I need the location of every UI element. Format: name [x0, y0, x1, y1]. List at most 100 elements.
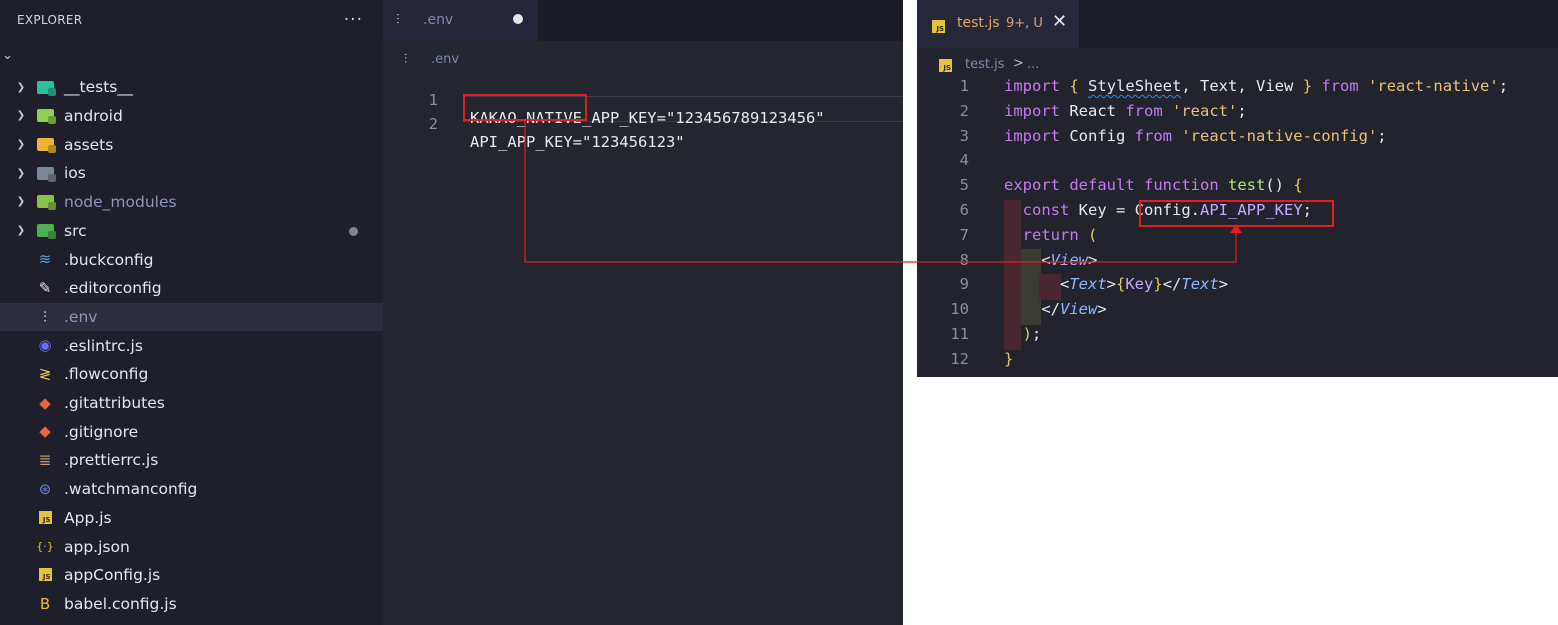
code-line[interactable]: 8 <View> [917, 251, 1558, 276]
code-line[interactable]: 6 const Key = Config.API_APP_KEY; [917, 201, 1558, 226]
line-text[interactable]: return ( [1004, 226, 1098, 244]
line-text[interactable]: <View> [1004, 251, 1097, 269]
tree-item[interactable]: ⫶ .env [0, 302, 383, 332]
code-line[interactable]: 2 import React from 'react'; [917, 102, 1558, 127]
tree-item[interactable]: ❯ android [0, 102, 383, 131]
line-text[interactable]: import React from 'react'; [1004, 102, 1247, 120]
code-line[interactable]: 1 KAKAO_NATIVE_APP_KEY="123456789123456" [383, 73, 903, 127]
explorer-title: EXPLORER [17, 13, 83, 27]
tree-item[interactable]: ◆ .gitattributes [0, 389, 383, 418]
line-number: 2 [959, 101, 969, 120]
buck-icon: ≋ [38, 250, 52, 269]
line-text[interactable]: const Key = Config.API_APP_KEY; [1004, 201, 1312, 219]
tab-test-js[interactable]: JS test.js 9+, U ✕ [917, 0, 1079, 48]
tree-item[interactable]: ≋ .buckconfig [0, 245, 383, 274]
line-text[interactable]: } [1004, 350, 1013, 368]
babel-icon: B [39, 594, 51, 613]
code-line[interactable]: 1 import { StyleSheet, Text, View } from … [917, 77, 1558, 102]
line-number: 8 [959, 250, 969, 269]
tree-item-label: .flowconfig [64, 365, 149, 384]
chevron-right-icon[interactable]: ❯ [14, 78, 28, 96]
line-text[interactable]: ); [1004, 325, 1042, 343]
code-line[interactable]: 11 ); [917, 325, 1558, 350]
js-icon: JS [36, 566, 54, 584]
more-actions-icon[interactable]: ··· [344, 10, 363, 30]
tree-item[interactable]: ❯ ios [0, 159, 383, 188]
js-file-icon: JS [939, 59, 952, 72]
unsaved-dot-icon[interactable] [513, 14, 523, 24]
workspace-section-header[interactable]: ⌄ [0, 40, 383, 70]
folder-icon [36, 135, 54, 153]
tree-item[interactable]: JS App.js [0, 504, 383, 533]
tree-item-label: .editorconfig [64, 279, 162, 298]
close-icon[interactable]: ✕ [1052, 11, 1067, 32]
code-line[interactable]: 12} [917, 350, 1558, 375]
line-text[interactable]: import Config from 'react-native-config'… [1004, 127, 1387, 145]
chevron-right-icon[interactable]: ❯ [14, 107, 28, 125]
chevron-right-icon[interactable]: ❯ [14, 222, 28, 240]
code-line[interactable]: 7 return ( [917, 226, 1558, 251]
git-icon: ◆ [39, 393, 51, 412]
folder-icon [36, 164, 54, 182]
js-file-icon: JS [932, 20, 945, 33]
line-text[interactable]: <Text>{Key}</Text> [1004, 275, 1228, 293]
line-text[interactable]: export default function test() { [1004, 176, 1303, 194]
env-file-icon: ⫶ [396, 12, 400, 28]
line-text[interactable]: </View> [1004, 300, 1106, 318]
chevron-right-icon: > [1013, 56, 1024, 71]
folder-icon [36, 222, 54, 240]
breadcrumb[interactable]: JS test.js > ... [917, 54, 1558, 76]
tree-item-label: assets [64, 135, 114, 154]
tree-item[interactable]: ❯ src [0, 217, 383, 246]
code-line[interactable]: 4 [917, 151, 1558, 176]
explorer-panel: EXPLORER ··· ⌄ ❯ __tests__ ❯ android ❯ assets… [0, 0, 383, 625]
problem-status-badge: 9+, U [1006, 16, 1043, 31]
tree-item[interactable]: JS appConfig.js [0, 561, 383, 590]
tree-item[interactable]: ✎ .editorconfig [0, 274, 383, 303]
tab-label: .env [423, 12, 454, 28]
tab-label: test.js [957, 15, 1000, 31]
chevron-right-icon[interactable]: ❯ [14, 135, 28, 153]
tree-item[interactable]: {·} app.json [0, 532, 383, 561]
tree-item-label: .gitignore [64, 422, 139, 441]
code-line[interactable]: 3 import Config from 'react-native-config… [917, 127, 1558, 152]
code-line[interactable]: 10 </View> [917, 300, 1558, 325]
tree-item-label: App.js [64, 508, 112, 527]
tree-item[interactable]: ◆ .gitignore [0, 417, 383, 446]
line-number: 6 [959, 201, 969, 219]
breadcrumb-symbol[interactable]: ... [1027, 57, 1039, 72]
chevron-right-icon[interactable]: ❯ [14, 164, 28, 182]
line-text[interactable]: API_APP_KEY="123456123" [470, 133, 685, 151]
tree-item[interactable]: ≣ .prettierrc.js [0, 446, 383, 475]
tree-item-label: .gitattributes [64, 394, 165, 413]
line-number: 9 [959, 275, 969, 294]
chevron-right-icon[interactable]: ❯ [14, 193, 28, 211]
line-number: 4 [959, 151, 969, 170]
testjs-tab-bar: JS test.js 9+, U ✕ [917, 0, 1558, 48]
tree-item[interactable]: ≷ .flowconfig [0, 360, 383, 389]
code-line[interactable]: 9 <Text>{Key}</Text> [917, 275, 1558, 300]
env-file-icon: ⫶ [404, 51, 408, 67]
tree-item[interactable]: ❯ node_modules [0, 188, 383, 217]
breadcrumb-file[interactable]: test.js [965, 57, 1004, 72]
tab-env[interactable]: ⫶ .env [383, 0, 538, 41]
line-number: 10 [950, 300, 969, 319]
tree-item[interactable]: Bbabel.config.js [0, 590, 383, 619]
tree-item[interactable]: ◉ .eslintrc.js [0, 331, 383, 360]
git-icon: ◆ [39, 422, 51, 441]
tree-item-label: src [64, 221, 87, 240]
tree-item-label: .watchmanconfig [64, 480, 198, 499]
code-line[interactable]: 2 API_APP_KEY="123456123" [383, 97, 903, 151]
tree-item[interactable]: ❯ assets [0, 130, 383, 159]
eslint-icon: ◉ [38, 336, 52, 355]
breadcrumb-file[interactable]: .env [431, 52, 459, 67]
tree-item[interactable]: ⊛ .watchmanconfig [0, 475, 383, 504]
line-number: 5 [959, 176, 969, 195]
folder-icon [36, 193, 54, 211]
line-number: 1 [959, 77, 969, 95]
watchman-icon: ⊛ [38, 479, 52, 498]
env-tab-bar: ⫶ .env [383, 0, 903, 41]
tree-item[interactable]: ❯ __tests__ [0, 73, 383, 102]
line-text[interactable]: import { StyleSheet, Text, View } from '… [1004, 77, 1508, 95]
code-line[interactable]: 5 export default function test() { [917, 176, 1558, 201]
